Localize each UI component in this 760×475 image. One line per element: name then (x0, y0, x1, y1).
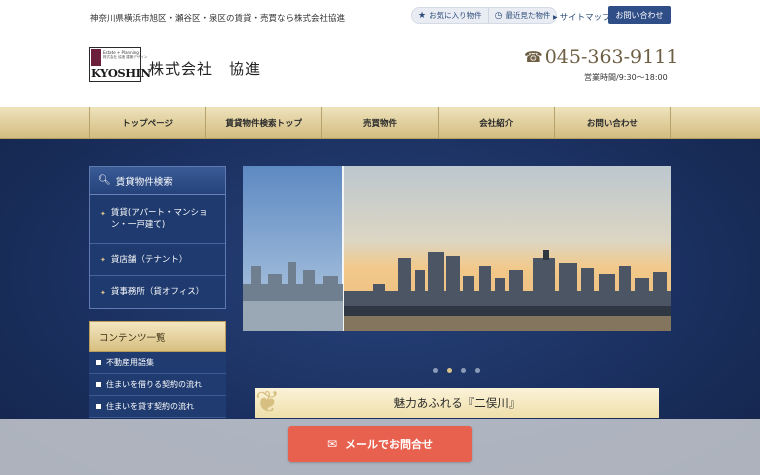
nav-item-rental-search[interactable]: 賃貸物件検索トップ (205, 107, 321, 139)
sidebar-item-residential[interactable]: ✦ 賃貸(アパート・マンション・一戸建て) (90, 195, 225, 244)
rental-search-title: 賃貸物件検索 (115, 176, 173, 188)
favorites-label: お気に入り物件 (429, 11, 482, 20)
nav-item-company[interactable]: 会社紹介 (437, 107, 554, 139)
carousel-dot-active[interactable] (447, 368, 452, 373)
history-icon: ◷ (494, 10, 503, 21)
contents-item-rent-flow[interactable]: 住まいを借りる契約の流れ (89, 374, 226, 396)
sidebar-item-label: 賃貸(アパート・マンション・一戸建て) (110, 208, 208, 230)
favorites-link[interactable]: ★ お気に入り物件 (412, 8, 488, 23)
carousel-dot[interactable] (433, 368, 438, 373)
square-bullet-icon (96, 360, 101, 365)
carousel-dot[interactable] (475, 368, 480, 373)
feature-title: 魅力あふれる『二俣川』 (393, 396, 521, 410)
phone-text: 045-363-9111 (544, 46, 679, 68)
sidebar-item-label: 貸事務所（貸オフィス） (110, 287, 205, 297)
company-logo[interactable]: Estate + Planning 株式会社 協進 建築デザイン KYOSHIN (89, 47, 151, 82)
contents-item-label: 住まいを貸す契約の流れ (106, 402, 194, 411)
envelope-icon: ✉ (326, 437, 338, 451)
logo-subtitle-2: 株式会社 協進 建築デザイン (103, 55, 148, 59)
sitemap-link[interactable]: ▶ サイトマップ (553, 11, 611, 23)
sitemap-label: サイトマップ (559, 13, 611, 23)
contents-header: コンテンツ一覧 (89, 321, 226, 352)
phone-number[interactable]: ☎ 045-363-9111 (524, 46, 678, 68)
feature-heading: ❦ 魅力あふれる『二俣川』 (255, 388, 659, 418)
contents-item-lease-flow[interactable]: 住まいを貸す契約の流れ (89, 396, 226, 418)
arrow-right-icon: ▶ (553, 13, 558, 21)
logo-wordmark: KYOSHIN (91, 66, 151, 80)
sidebar-item-retail[interactable]: ✦ 貸店舗（テナント） (90, 244, 225, 276)
recent-label: 最近見た物件 (505, 11, 551, 20)
city-skyline-image (243, 166, 671, 331)
global-nav: トップページ 賃貸物件検索トップ 売買物件 会社紹介 お問い合わせ (0, 107, 760, 139)
contents-item-label: 不動産用語集 (106, 358, 154, 367)
nav-item-sales[interactable]: 売買物件 (321, 107, 437, 139)
square-bullet-icon (96, 382, 101, 387)
carousel-dot[interactable] (461, 368, 466, 373)
company-name: 株式会社 協進 (149, 60, 262, 78)
nav-items: トップページ 賃貸物件検索トップ 売買物件 会社紹介 お問い合わせ (89, 107, 672, 139)
search-icon: 🔍︎ (98, 175, 111, 186)
carousel-indicators (433, 368, 480, 373)
header-contact-button[interactable]: お問い合わせ (608, 6, 671, 24)
recent-link[interactable]: ◷ 最近見た物件 (487, 8, 557, 23)
nav-item-contact[interactable]: お問い合わせ (553, 107, 672, 139)
bullet-icon: ✦ (100, 288, 106, 297)
hero-carousel-image[interactable] (243, 166, 671, 331)
mail-inquiry-button[interactable]: ✉ メールでお問合せ (288, 426, 472, 462)
contents-item-glossary[interactable]: 不動産用語集 (89, 352, 226, 374)
contents-item-label: 住まいを借りる契約の流れ (106, 380, 202, 389)
sidebar: 🔍︎ 賃貸物件検索 ✦ 賃貸(アパート・マンション・一戸建て) ✦ 貸店舗（テナ… (89, 166, 226, 418)
sidebar-item-office[interactable]: ✦ 貸事務所（貸オフィス） (90, 276, 225, 308)
site-header: 神奈川県横浜市旭区・瀬谷区・泉区の賃貸・売買なら株式会社協進 ★ お気に入り物件… (0, 0, 760, 107)
ornament-icon: ❦ (255, 388, 281, 418)
star-icon: ★ (418, 10, 427, 21)
rental-search-header: 🔍︎ 賃貸物件検索 (90, 167, 225, 195)
site-tagline: 神奈川県横浜市旭区・瀬谷区・泉区の賃貸・売買なら株式会社協進 (90, 14, 346, 24)
contents-list: 不動産用語集 住まいを借りる契約の流れ 住まいを貸す契約の流れ (89, 352, 226, 418)
rental-search-box: 🔍︎ 賃貸物件検索 ✦ 賃貸(アパート・マンション・一戸建て) ✦ 貸店舗（テナ… (89, 166, 226, 309)
quick-links: ★ お気に入り物件 ◷ 最近見た物件 (411, 7, 558, 24)
mail-inquiry-label: メールでお問合せ (345, 438, 434, 451)
square-bullet-icon (96, 404, 101, 409)
phone-icon: ☎ (524, 48, 543, 66)
bullet-icon: ✦ (100, 210, 106, 218)
bullet-icon: ✦ (100, 256, 106, 264)
sidebar-item-label: 貸店舗（テナント） (110, 254, 188, 265)
logo-mark (91, 49, 101, 66)
business-hours: 営業時間/9:30〜18:00 (584, 73, 668, 82)
nav-item-top[interactable]: トップページ (89, 107, 205, 139)
